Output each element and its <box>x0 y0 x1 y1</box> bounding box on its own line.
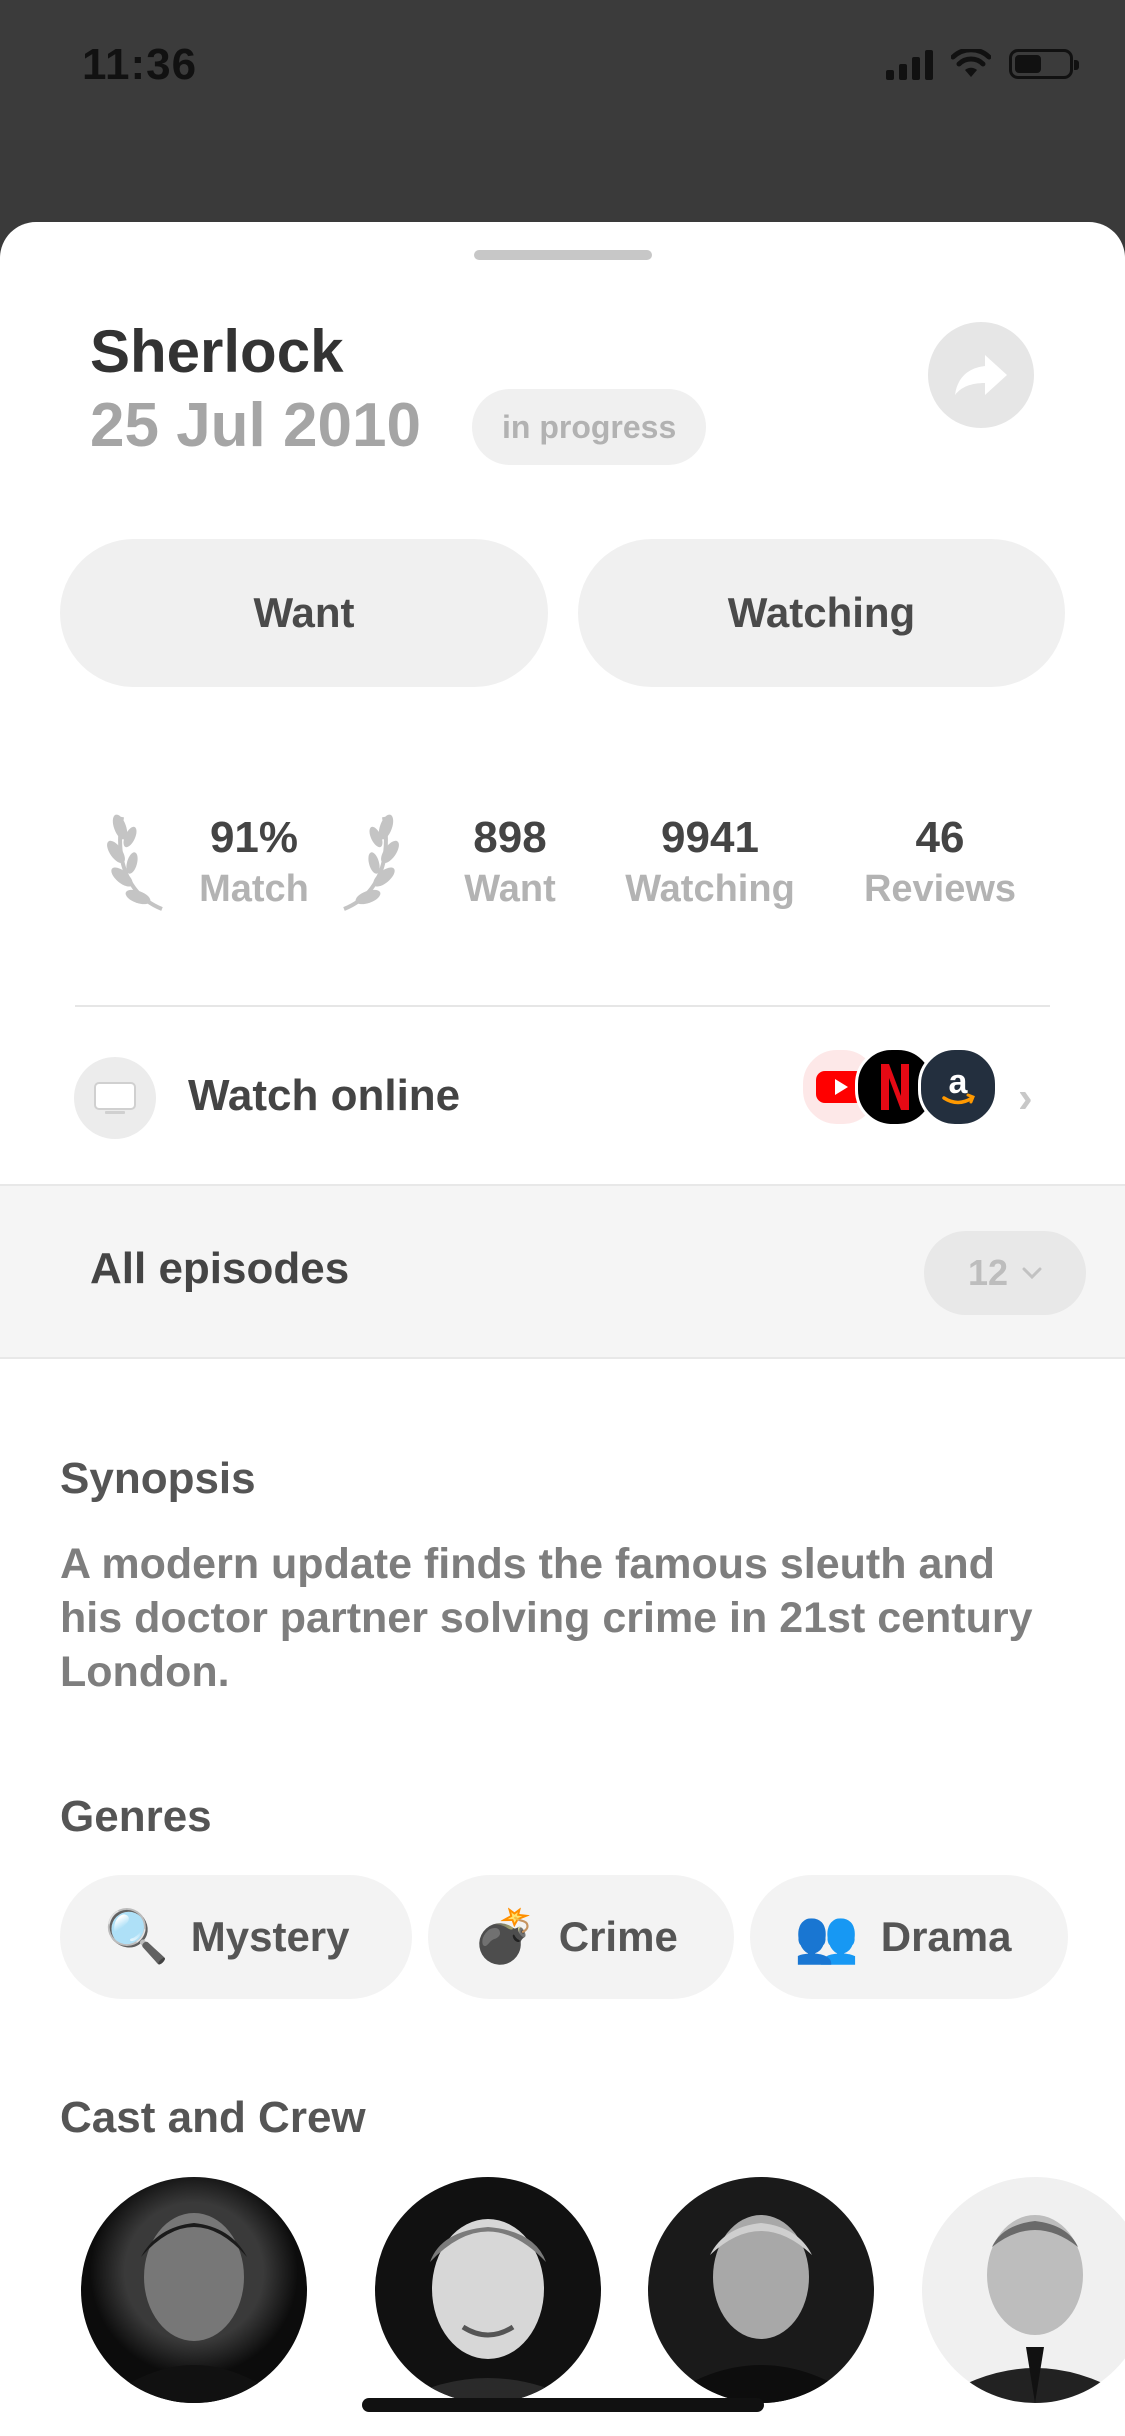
stat-reviews[interactable]: 46 Reviews <box>848 812 1032 914</box>
status-time: 11:36 <box>82 40 198 89</box>
stat-watching-value: 9941 <box>661 813 759 862</box>
episodes-count-select[interactable]: 12 <box>924 1231 1086 1315</box>
stat-match: 91% Match <box>164 812 344 914</box>
stat-watching-label: Watching <box>625 868 795 910</box>
all-episodes-row[interactable]: All episodes 12 <box>0 1184 1125 1359</box>
genre-label: Mystery <box>190 1913 350 1960</box>
synopsis-title: Synopsis <box>60 1454 256 1503</box>
release-date: 25 Jul 2010 <box>90 391 421 460</box>
chevron-down-icon <box>1022 1267 1042 1279</box>
sheet-grabber-handle[interactable] <box>474 250 652 260</box>
genre-chip-drama[interactable]: 👥 Drama <box>750 1875 1068 1999</box>
amazon-icon: a <box>918 1047 998 1127</box>
cast-avatar[interactable] <box>922 2177 1125 2403</box>
magnifying-glass-icon: 🔍 <box>104 1908 169 1966</box>
genre-chip-crime[interactable]: 💣 Crime <box>428 1875 734 1999</box>
stat-match-value: 91% <box>209 813 299 862</box>
laurel-right-icon <box>343 814 399 911</box>
share-button[interactable] <box>928 322 1034 428</box>
home-indicator <box>362 2398 764 2412</box>
status-icons <box>886 48 1079 80</box>
show-detail-sheet: Sherlock 25 Jul 2010 in progress Want Wa… <box>0 222 1125 2436</box>
status-badge: in progress <box>472 389 707 465</box>
cast-title: Cast and Crew <box>60 2093 366 2142</box>
stat-want-label: Want <box>464 868 556 910</box>
genre-label: Drama <box>880 1913 1012 1960</box>
bomb-icon: 💣 <box>472 1908 537 1966</box>
stat-reviews-value: 46 <box>915 813 965 862</box>
stat-match-label: Match <box>199 868 309 910</box>
watch-online-label: Watch online <box>188 1071 461 1120</box>
cast-avatar[interactable] <box>81 2177 307 2403</box>
wifi-icon <box>951 49 991 77</box>
chevron-right-icon: › <box>1018 1073 1033 1122</box>
watching-button[interactable]: Watching <box>578 539 1065 687</box>
stat-reviews-label: Reviews <box>863 868 1017 910</box>
svg-text:a: a <box>949 1063 969 1101</box>
laurel-left-icon <box>107 814 163 911</box>
status-bar: 11:36 <box>0 0 1125 140</box>
tv-icon <box>74 1057 156 1139</box>
all-episodes-label: All episodes <box>90 1244 350 1293</box>
stat-want[interactable]: 898 Want <box>430 812 590 914</box>
cast-avatar[interactable] <box>375 2177 601 2403</box>
genre-label: Crime <box>558 1913 678 1960</box>
stat-watching[interactable]: 9941 Watching <box>610 812 810 914</box>
people-icon: 👥 <box>794 1908 859 1966</box>
stat-want-value: 898 <box>473 813 547 862</box>
watch-online-row[interactable]: Watch online a › <box>0 1007 1125 1182</box>
battery-icon <box>1009 49 1079 79</box>
episodes-count: 12 <box>967 1252 1009 1293</box>
want-button[interactable]: Want <box>60 539 548 687</box>
share-arrow-icon <box>955 355 1007 395</box>
cast-avatar[interactable] <box>648 2177 874 2403</box>
genres-title: Genres <box>60 1792 212 1841</box>
synopsis-text: A modern update finds the famous sleuth … <box>60 1540 1033 1696</box>
genre-chip-mystery[interactable]: 🔍 Mystery <box>60 1875 412 1999</box>
show-title: Sherlock <box>90 318 344 385</box>
cellular-signal-icon <box>886 48 933 80</box>
